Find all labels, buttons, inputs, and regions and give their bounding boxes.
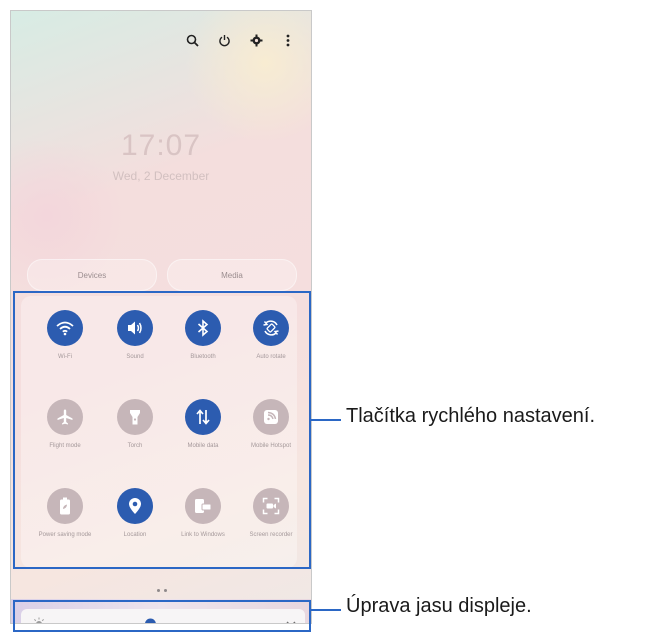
quick-settings-highlight [13, 291, 311, 569]
brightness-callout: Úprava jasu displeje. [346, 595, 532, 617]
lock-clock: 17:07 [120, 129, 202, 162]
quick-settings-callout: Tlačítka rychlého nastavení. [346, 405, 596, 427]
quick-panel-toolbar [185, 33, 295, 47]
lock-date: Wed, 2 December [112, 169, 210, 183]
callout-leader-line [309, 609, 341, 611]
wallpaper-highlight [181, 11, 311, 141]
media-button[interactable]: Media [167, 259, 297, 291]
search-icon[interactable] [185, 33, 199, 47]
power-icon[interactable] [217, 33, 231, 47]
callout-leader-line [309, 419, 341, 421]
settings-icon[interactable] [249, 33, 263, 47]
more-icon[interactable] [281, 33, 295, 47]
page-indicator [157, 589, 167, 592]
brightness-highlight [13, 600, 311, 632]
devices-button[interactable]: Devices [27, 259, 157, 291]
